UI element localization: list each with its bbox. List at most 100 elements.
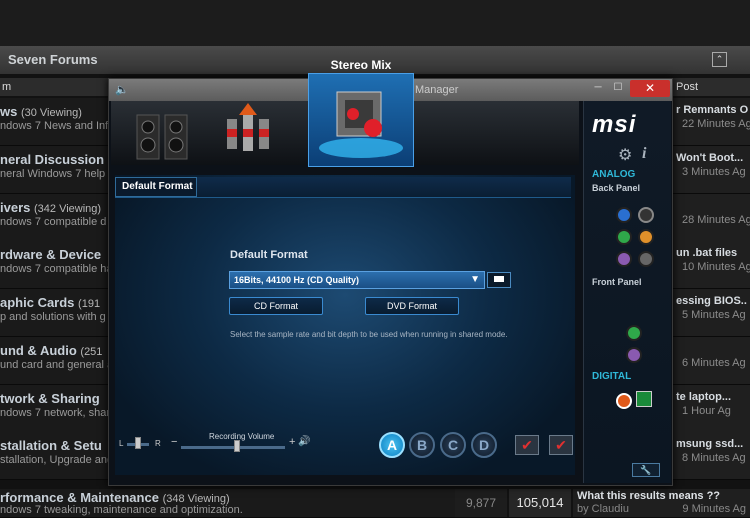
- volume-minus-icon[interactable]: −: [171, 436, 177, 448]
- volume-plus-icon[interactable]: +: [289, 436, 295, 448]
- forum-description: ndows 7 compatible ha: [0, 263, 113, 275]
- info-icon[interactable]: i: [642, 145, 646, 163]
- recording-volume-track[interactable]: [181, 446, 285, 449]
- forum-description: ndows 7 compatible d: [0, 216, 107, 228]
- spdif-coaxial-icon[interactable]: [616, 393, 632, 409]
- last-post-cell[interactable]: 6 Minutes Ag: [672, 337, 750, 384]
- last-post-title[interactable]: What this results means ??: [577, 490, 720, 502]
- close-button[interactable]: ✕: [630, 80, 670, 97]
- channel-a-button[interactable]: A: [379, 432, 405, 458]
- format-heading: Default Format: [230, 249, 308, 261]
- last-post-title[interactable]: r Remnants O: [676, 104, 748, 116]
- forum-description: ndows 7 News and Inf: [0, 120, 109, 132]
- last-post-cell[interactable]: What this results means ?? by Claudiu 9 …: [573, 489, 750, 517]
- forum-name[interactable]: rformance & Maintenance (348 Viewing): [0, 490, 230, 505]
- tab-bar: Default Format: [115, 177, 571, 198]
- last-post-cell[interactable]: 28 Minutes Ag: [672, 194, 750, 241]
- back-jack-blue[interactable]: [616, 207, 632, 223]
- forum-description: und card and general a: [0, 359, 114, 371]
- recording-volume-thumb[interactable]: [234, 440, 240, 452]
- audio-manager-window: 🔈 Manager ─ ☐ ✕ Stereo Mix Default Forma…: [108, 58, 673, 486]
- forum-description: p and solutions with g: [0, 311, 106, 323]
- last-post-time: 10 Minutes Ag: [682, 261, 750, 273]
- last-post-cell[interactable]: msung ssd... 8 Minutes Ag: [672, 432, 750, 479]
- rca-connector-icon: [227, 103, 269, 151]
- dvd-format-button[interactable]: DVD Format: [365, 297, 459, 315]
- speakers-icon: [136, 114, 188, 160]
- front-panel-label: Front Panel: [592, 277, 642, 287]
- balance-slider-thumb[interactable]: [135, 437, 141, 449]
- spdif-optical-icon[interactable]: [636, 391, 652, 407]
- front-jack-purple[interactable]: [626, 347, 642, 363]
- maximize-button[interactable]: ☐: [609, 81, 627, 95]
- speakers-device-tile[interactable]: [127, 101, 215, 165]
- speaker-volume-icon: 🔊: [298, 436, 311, 447]
- last-post-author[interactable]: by Claudiu: [577, 503, 629, 515]
- back-jack-black[interactable]: [638, 207, 654, 223]
- last-post-title[interactable]: un .bat files: [676, 247, 737, 259]
- cd-format-button[interactable]: CD Format: [229, 297, 323, 315]
- forum-description: ndows 7 network, shar: [0, 407, 111, 419]
- channel-b-button[interactable]: B: [409, 432, 435, 458]
- forum-title: Seven Forums: [8, 52, 98, 67]
- line-in-device-tile[interactable]: [217, 101, 305, 165]
- browser-top-strip: [0, 0, 750, 47]
- last-post-time: 1 Hour Ag: [682, 405, 731, 417]
- wrench-icon[interactable]: 🔧: [632, 463, 660, 477]
- column-lastpost-header: Post: [676, 81, 699, 93]
- window-title: Manager: [415, 84, 459, 96]
- last-post-time: 8 Minutes Ag: [682, 452, 746, 464]
- last-post-time: 6 Minutes Ag: [682, 357, 746, 369]
- speaker-icon: 🔈: [115, 84, 129, 96]
- last-post-time: 28 Minutes Ag: [682, 214, 750, 226]
- last-post-time: 9 Minutes Ag: [682, 503, 746, 515]
- set-default-comm-button[interactable]: ✔: [549, 435, 573, 455]
- last-post-cell[interactable]: un .bat files 10 Minutes Ag: [672, 241, 750, 288]
- stereo-mix-device-tile[interactable]: Stereo Mix: [308, 58, 414, 167]
- back-jack-grey[interactable]: [638, 251, 654, 267]
- last-post-cell[interactable]: r Remnants O 22 Minutes Ag: [672, 98, 750, 145]
- format-hint-text: Select the sample rate and bit depth to …: [230, 330, 508, 339]
- last-post-title[interactable]: msung ssd...: [676, 438, 743, 450]
- back-jack-purple[interactable]: [616, 251, 632, 267]
- device-label: Stereo Mix: [330, 58, 392, 72]
- back-jack-green[interactable]: [616, 229, 632, 245]
- tab-default-format[interactable]: Default Format: [115, 177, 197, 197]
- last-post-time: 5 Minutes Ag: [682, 309, 746, 321]
- forum-name[interactable]: und & Audio (251: [0, 343, 102, 358]
- last-post-title[interactable]: te laptop...: [676, 391, 731, 403]
- back-panel-label: Back Panel: [592, 183, 641, 193]
- front-jack-green[interactable]: [626, 325, 642, 341]
- last-post-cell[interactable]: te laptop... 1 Hour Ag: [672, 385, 750, 432]
- channel-d-button[interactable]: D: [471, 432, 497, 458]
- channel-c-button[interactable]: C: [440, 432, 466, 458]
- connector-sidebar: msi ⚙ i ANALOG Back Panel Front Panel DI…: [583, 101, 671, 483]
- last-post-title[interactable]: essing BIOS..: [676, 295, 747, 307]
- column-forum-header: m: [2, 81, 12, 93]
- dropdown-arrow-icon: ▼: [470, 274, 480, 285]
- format-select[interactable]: 16Bits, 44100 Hz (CD Quality) ▼: [229, 271, 485, 289]
- format-selected-value: 16Bits, 44100 Hz (CD Quality): [234, 275, 360, 285]
- set-default-device-button[interactable]: ✔: [515, 435, 539, 455]
- stereo-mix-chip-icon: [319, 91, 403, 158]
- analog-label: ANALOG: [592, 169, 636, 180]
- gear-icon[interactable]: ⚙: [618, 145, 632, 165]
- forum-name[interactable]: aphic Cards (191: [0, 295, 100, 310]
- collapse-icon[interactable]: ⌃: [712, 52, 727, 67]
- forum-row-last[interactable]: rformance & Maintenance (348 Viewing) nd…: [0, 489, 455, 518]
- forum-name[interactable]: neral Discussion: [0, 152, 104, 167]
- forum-name[interactable]: ws (30 Viewing): [0, 104, 82, 119]
- digital-label: DIGITAL: [592, 371, 632, 382]
- thread-count: 9,877: [455, 489, 507, 517]
- forum-name[interactable]: rdware & Device: [0, 247, 101, 262]
- format-reset-toggle[interactable]: [487, 272, 511, 288]
- forum-name[interactable]: twork & Sharing: [0, 391, 100, 406]
- minimize-button[interactable]: ─: [589, 81, 607, 95]
- forum-name[interactable]: ivers (342 Viewing): [0, 200, 101, 215]
- last-post-title[interactable]: Won't Boot...: [676, 152, 743, 164]
- forum-name[interactable]: stallation & Setu: [0, 438, 102, 453]
- last-post-cell[interactable]: essing BIOS.. 5 Minutes Ag: [672, 289, 750, 336]
- last-post-time: 3 Minutes Ag: [682, 166, 746, 178]
- last-post-cell[interactable]: Won't Boot... 3 Minutes Ag: [672, 146, 750, 193]
- back-jack-orange[interactable]: [638, 229, 654, 245]
